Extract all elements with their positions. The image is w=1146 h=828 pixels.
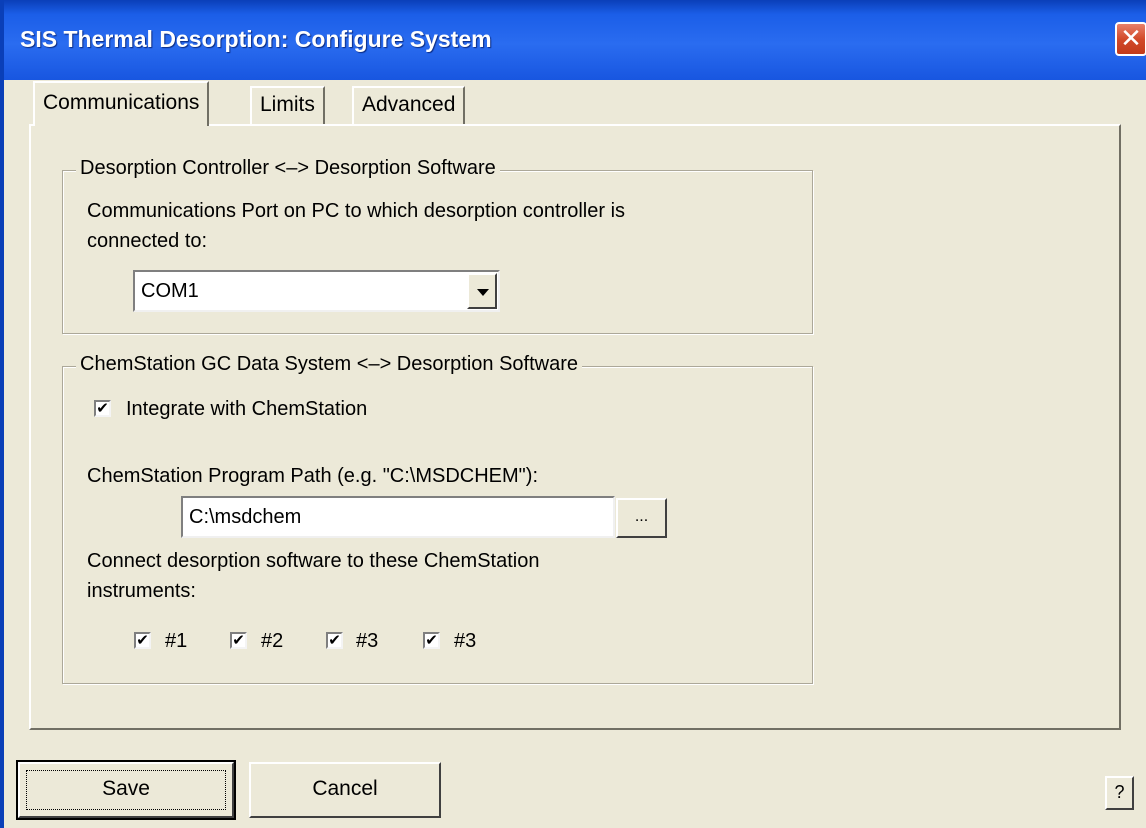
save-button[interactable]: Save [16,760,236,820]
instruments-label-line1: Connect desorption software to these Che… [87,550,540,572]
port-label-line2: connected to: [87,230,208,252]
instruments-label-line2: instruments: [87,580,196,602]
instrument-2-checkbox[interactable]: ✔ [230,632,247,649]
tab-limits[interactable]: Limits [250,86,325,124]
com-port-value: COM1 [141,280,199,302]
cancel-button[interactable]: Cancel [249,762,441,818]
tab-advanced[interactable]: Advanced [352,86,466,124]
configure-system-window: SIS Thermal Desorption: Configure System… [0,0,1146,828]
browse-button-label: ... [634,508,649,525]
chemstation-group-legend: ChemStation GC Data System <–> Desorptio… [76,353,583,376]
close-icon[interactable]: ✕ [1115,22,1146,56]
tab-advanced-label: Advanced [362,93,456,116]
integrate-chemstation-checkbox[interactable]: ✔ [94,400,111,417]
instrument-4-label: #3 [454,630,477,652]
instrument-1-label: #1 [165,630,188,652]
window-title: SIS Thermal Desorption: Configure System [20,26,492,52]
help-icon: ? [1114,782,1125,802]
program-path-label: ChemStation Program Path (e.g. "C:\MSDCH… [87,465,538,487]
tab-limits-label: Limits [260,93,315,116]
integrate-chemstation-label: Integrate with ChemStation [126,398,368,420]
instrument-3-label: #3 [356,630,379,652]
desorption-controller-group-legend: Desorption Controller <–> Desorption Sof… [76,157,500,180]
tab-communications-label: Communications [43,91,200,114]
cancel-button-label: Cancel [312,777,378,800]
port-label-line1: Communications Port on PC to which desor… [87,200,626,222]
instrument-2-label: #2 [261,630,284,652]
instrument-3-checkbox[interactable]: ✔ [326,632,343,649]
instrument-1-checkbox[interactable]: ✔ [134,632,151,649]
help-button[interactable]: ? [1105,776,1134,810]
browse-button[interactable]: ... [616,498,667,538]
program-path-value: C:\msdchem [189,506,302,528]
program-path-input[interactable]: C:\msdchem [181,496,615,538]
title-bar[interactable]: SIS Thermal Desorption: Configure System… [4,0,1146,80]
tab-communications[interactable]: Communications [33,81,210,126]
com-port-select[interactable]: COM1 [133,270,500,312]
chevron-down-icon[interactable] [467,273,497,309]
instrument-4-checkbox[interactable]: ✔ [423,632,440,649]
